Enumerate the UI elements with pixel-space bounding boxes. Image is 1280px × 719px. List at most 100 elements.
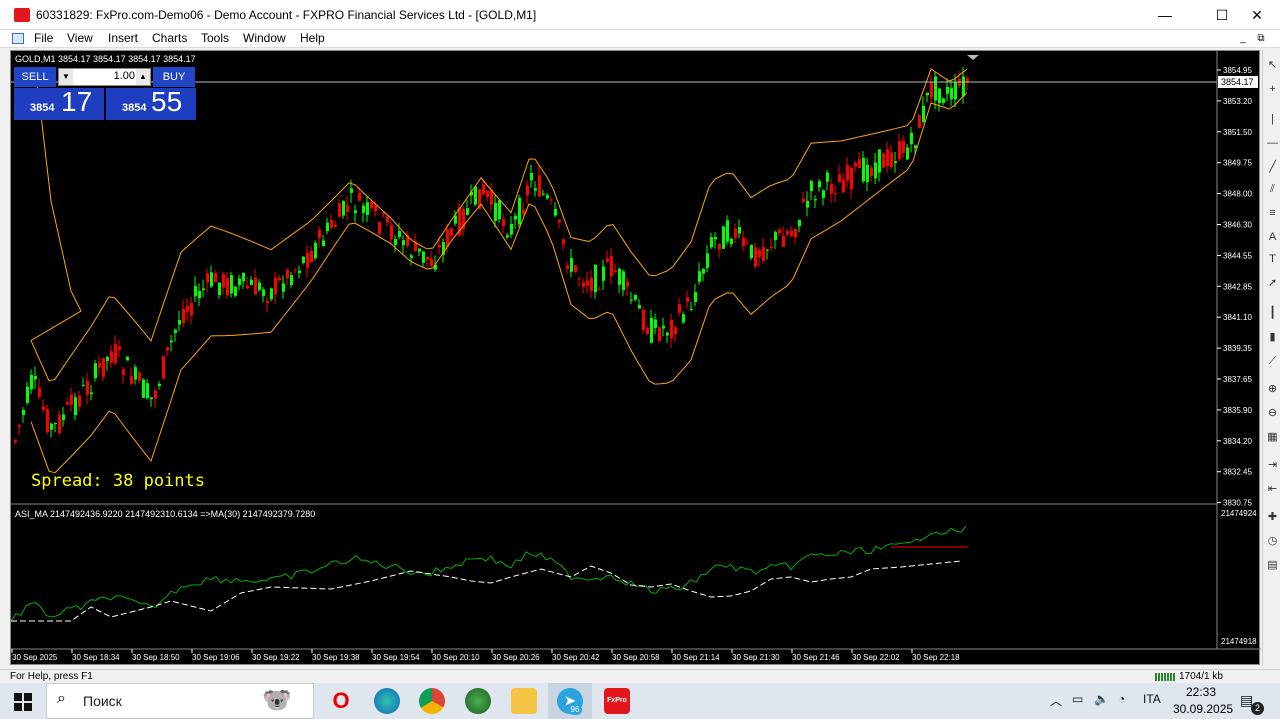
candle-body: [862, 157, 865, 182]
price-chart[interactable]: 3854.95 3853.20 3851.50 3849.75 3848.00 3846.…: [10, 51, 1261, 666]
fibonacci-icon[interactable]: ≡: [1265, 206, 1280, 221]
globe-app-icon[interactable]: [465, 688, 491, 714]
templates-icon[interactable]: ▤: [1265, 558, 1280, 573]
status-bar: For Help, press F1 1704/1 kb: [0, 669, 1280, 683]
file-explorer-icon[interactable]: [511, 688, 537, 714]
candle-body: [146, 383, 149, 399]
candlestick-chart-icon[interactable]: ▮: [1265, 330, 1280, 345]
candle-body: [498, 200, 501, 220]
fxpro-taskbar-icon[interactable]: FxPro: [604, 688, 630, 714]
candle-body: [166, 347, 169, 351]
menu-view[interactable]: View: [67, 31, 93, 45]
candle-body: [742, 237, 745, 246]
clock-date[interactable]: 30.09.2025: [1173, 702, 1233, 716]
crosshair-icon[interactable]: +: [1265, 82, 1280, 97]
tile-windows-icon[interactable]: ▦: [1265, 430, 1280, 445]
candle-body: [902, 140, 905, 153]
candle-body: [282, 283, 285, 292]
time-tick-label: 30 Sep 18:50: [132, 653, 180, 662]
lot-decrease-icon[interactable]: ▼: [59, 69, 73, 85]
lot-size-stepper[interactable]: ▼ 1.00 ▲: [58, 68, 151, 86]
candle-body: [966, 78, 969, 83]
sell-price-box[interactable]: 3854 17: [14, 86, 104, 120]
chart-shift-marker[interactable]: [967, 55, 979, 60]
time-tick-label: 30 Sep 19:38: [312, 653, 360, 662]
asi-ma-line: [11, 560, 962, 622]
arrow-tool-icon[interactable]: ➚: [1265, 276, 1280, 291]
bar-chart-icon[interactable]: ┃: [1265, 306, 1280, 321]
indicators-icon[interactable]: ✚: [1265, 510, 1280, 525]
sell-button[interactable]: SELL: [14, 67, 56, 87]
candle-body: [814, 199, 817, 201]
menu-insert[interactable]: Insert: [108, 31, 138, 45]
candle-body: [194, 286, 197, 297]
current-price-label: 3854.17: [1221, 77, 1254, 87]
mdi-restore-button[interactable]: ⧉: [1252, 32, 1270, 46]
candle-body: [22, 410, 25, 416]
chart-window[interactable]: 3854.95 3853.20 3851.50 3849.75 3848.00 3846.…: [10, 50, 1261, 666]
candle-body: [362, 205, 365, 213]
start-button[interactable]: [14, 693, 32, 711]
candle-body: [50, 423, 53, 430]
trendline-icon[interactable]: ╱: [1265, 160, 1280, 175]
language-indicator[interactable]: ITA: [1143, 692, 1161, 706]
candle-body: [554, 208, 557, 216]
text-label-icon[interactable]: T: [1265, 252, 1280, 267]
menu-help[interactable]: Help: [300, 31, 325, 45]
zoom-out-icon[interactable]: ⊖: [1265, 406, 1280, 421]
candle-body: [234, 286, 237, 296]
candle-body: [558, 219, 561, 223]
autoscroll-icon[interactable]: ⇥: [1265, 458, 1280, 473]
edge-icon[interactable]: [374, 688, 400, 714]
wifi-icon[interactable]: ◔: [1118, 692, 1125, 706]
menu-file[interactable]: File: [34, 31, 53, 45]
mdi-minimize-button[interactable]: _: [1234, 32, 1252, 46]
koala-widget-icon[interactable]: 🐨: [247, 684, 307, 718]
menu-tools[interactable]: Tools: [201, 31, 229, 45]
time-tick-label: 30 Sep 21:46: [792, 653, 840, 662]
cursor-icon[interactable]: ↖: [1265, 58, 1280, 73]
text-tool-icon[interactable]: A: [1265, 230, 1280, 245]
candle-body: [698, 271, 701, 282]
channel-icon[interactable]: ⫽: [1265, 182, 1280, 197]
candle-body: [286, 269, 289, 279]
menu-charts[interactable]: Charts: [152, 31, 187, 45]
candle-body: [326, 222, 329, 232]
minimize-button[interactable]: —: [1142, 0, 1188, 30]
time-tick-label: 30 Sep 20:26: [492, 653, 540, 662]
candle-body: [678, 303, 681, 313]
periods-icon[interactable]: ◷: [1265, 534, 1280, 549]
candle-body: [158, 383, 161, 387]
candle-body: [94, 363, 97, 379]
price-tick-label: 3848.00: [1223, 190, 1252, 199]
candle-body: [830, 184, 833, 194]
candle-body: [674, 327, 677, 335]
candle-body: [682, 314, 685, 323]
candle-body: [710, 237, 713, 248]
taskbar-search-box[interactable]: ⌕ Поиск 🐨: [46, 683, 314, 719]
candle-body: [846, 164, 849, 181]
chart-shift-icon[interactable]: ⇤: [1265, 482, 1280, 497]
lot-size-input[interactable]: 1.00: [75, 70, 135, 82]
menu-window[interactable]: Window: [243, 31, 286, 45]
line-chart-icon[interactable]: ⟋: [1265, 354, 1280, 369]
speaker-icon[interactable]: 🔈: [1094, 692, 1109, 706]
horizontal-line-icon[interactable]: —: [1265, 136, 1280, 151]
buy-price-box[interactable]: 3854 55: [106, 86, 196, 120]
tray-overflow-icon[interactable]: ︿: [1050, 692, 1062, 709]
vertical-line-icon[interactable]: |: [1265, 112, 1280, 127]
candle-body: [114, 344, 117, 363]
search-icon: ⌕: [57, 690, 66, 707]
asi-line: [10, 525, 967, 622]
opera-icon[interactable]: O: [328, 688, 354, 714]
close-button[interactable]: ✕: [1234, 0, 1280, 30]
buy-price-pips: 55: [151, 86, 183, 117]
zoom-in-icon[interactable]: ⊕: [1265, 382, 1280, 397]
indicator-axis-bottom: 21474918: [1221, 637, 1257, 646]
battery-icon[interactable]: ▭: [1072, 692, 1083, 706]
chart-window-icon[interactable]: [12, 33, 24, 44]
clock-time[interactable]: 22:33: [1186, 685, 1216, 699]
lot-increase-icon[interactable]: ▲: [136, 69, 150, 85]
buy-button[interactable]: BUY: [153, 67, 195, 87]
chrome-icon[interactable]: [419, 688, 445, 714]
